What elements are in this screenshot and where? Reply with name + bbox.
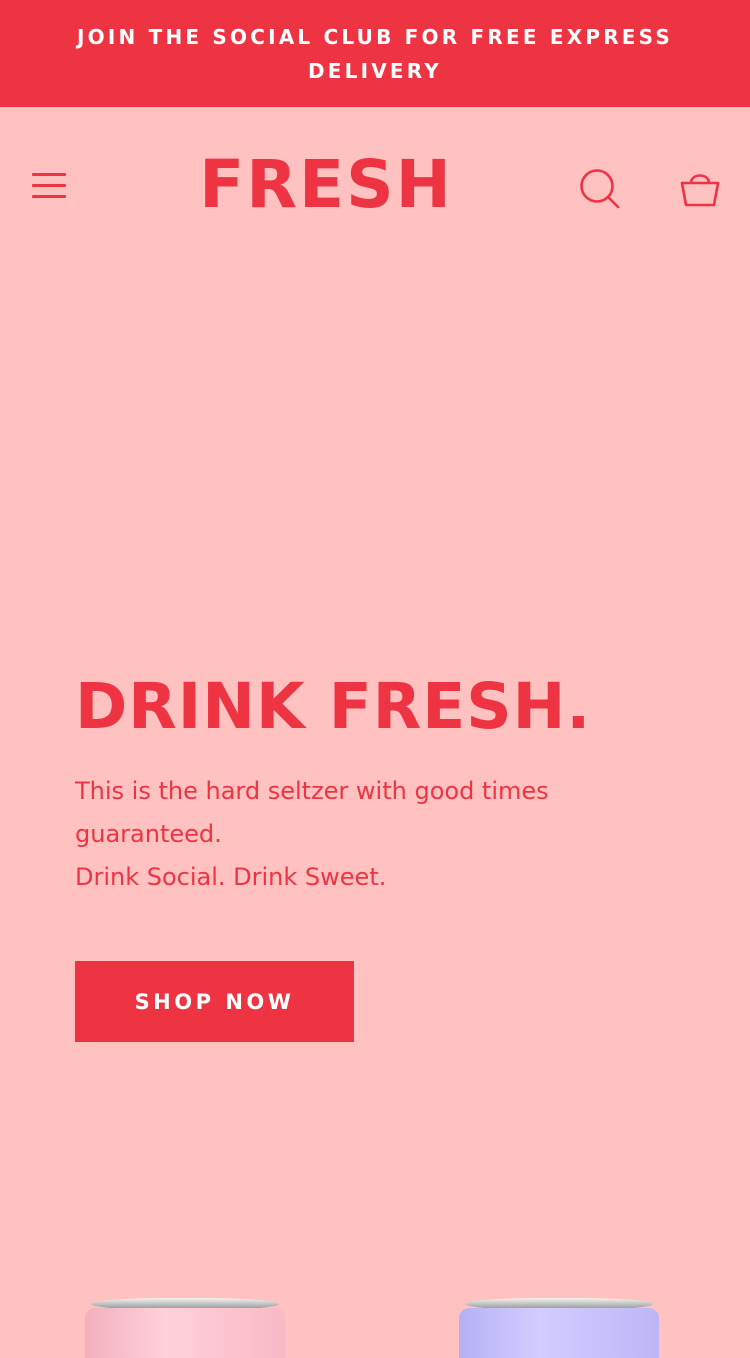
hamburger-line-icon bbox=[32, 184, 66, 187]
can-body bbox=[459, 1308, 659, 1358]
site-header: FRESH bbox=[0, 107, 750, 267]
search-icon bbox=[580, 169, 620, 209]
site-logo[interactable]: FRESH bbox=[186, 145, 466, 225]
product-can-lavender[interactable] bbox=[459, 1298, 659, 1358]
hero-description: This is the hard seltzer with good times… bbox=[75, 770, 695, 899]
shop-now-button[interactable]: SHOP NOW bbox=[75, 961, 354, 1042]
promo-banner[interactable]: JOIN THE SOCIAL CLUB FOR FREE EXPRESS DE… bbox=[0, 0, 750, 107]
hero-section: DRINK FRESH. This is the hard seltzer wi… bbox=[75, 662, 695, 899]
hamburger-line-icon bbox=[32, 173, 66, 176]
product-can-pink[interactable] bbox=[85, 1298, 285, 1358]
menu-button[interactable] bbox=[30, 171, 70, 201]
can-body bbox=[85, 1308, 285, 1358]
hero-description-line: Drink Social. Drink Sweet. bbox=[75, 863, 387, 891]
cart-button[interactable] bbox=[676, 165, 724, 213]
search-button[interactable] bbox=[576, 165, 624, 213]
hamburger-line-icon bbox=[32, 195, 66, 198]
promo-text: JOIN THE SOCIAL CLUB FOR FREE EXPRESS DE… bbox=[77, 24, 673, 83]
shopping-bag-icon bbox=[680, 174, 720, 207]
hero-description-line: This is the hard seltzer with good times… bbox=[75, 777, 549, 848]
hero-title: DRINK FRESH. bbox=[75, 670, 592, 743]
